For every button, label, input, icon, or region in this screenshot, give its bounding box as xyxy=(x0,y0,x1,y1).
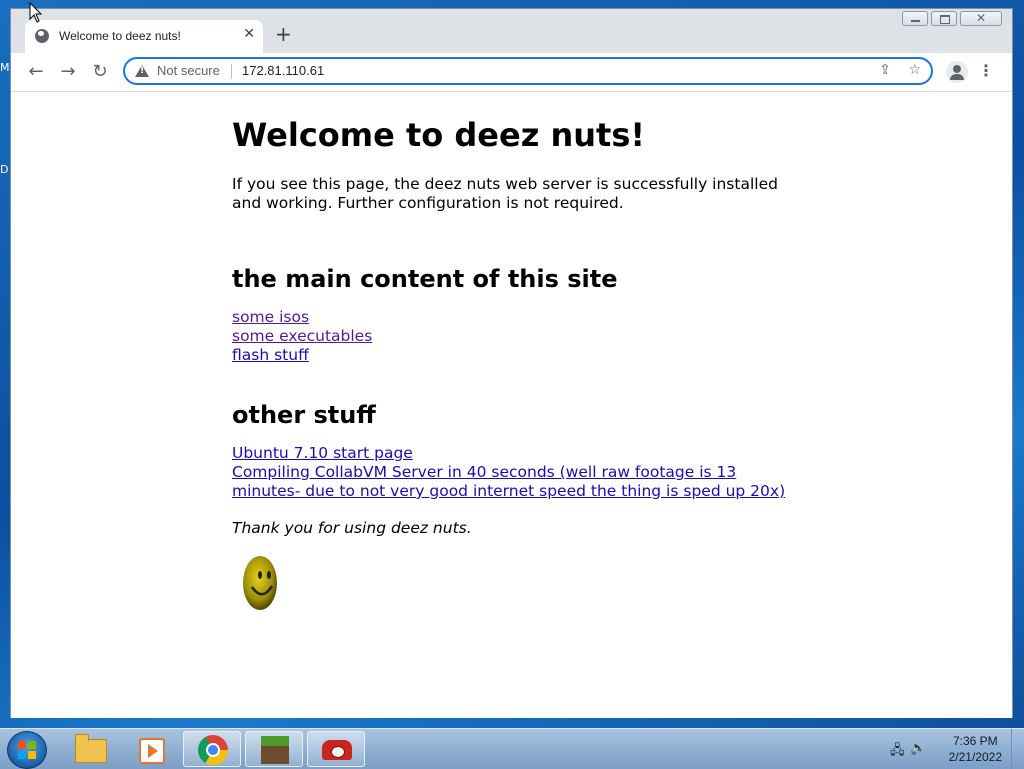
taskbar-phone-button[interactable] xyxy=(307,731,365,767)
clock-time: 7:36 PM xyxy=(952,734,998,748)
clock[interactable]: 7:36 PM 2/21/2022 xyxy=(949,733,1002,765)
minimize-icon xyxy=(911,20,920,22)
url-text[interactable]: 172.81.110.61 xyxy=(242,63,324,78)
restore-button[interactable] xyxy=(931,11,957,26)
menu-kebab-icon[interactable]: ⋮ xyxy=(978,61,994,80)
taskbar-minecraft-button[interactable] xyxy=(245,731,303,767)
windows-logo-icon xyxy=(18,741,36,759)
main-links-list: some isos some executables flash stuff xyxy=(232,308,802,365)
browser-toolbar: ← → ↻ Not secure 172.81.110.61 ⇪ ☆ ⋮ xyxy=(11,53,1012,92)
taskbar-chrome-button[interactable] xyxy=(183,731,241,767)
browser-window: ✕ Welcome to deez nuts! ✕ + ← → ↻ Not se… xyxy=(10,8,1013,718)
grass-block-icon xyxy=(261,736,289,764)
other-links-list: Ubuntu 7.10 start page Compiling CollabV… xyxy=(232,444,802,501)
back-arrow-icon[interactable]: ← xyxy=(24,61,48,83)
desktop-icon-label[interactable]: D xyxy=(0,163,8,176)
taskbar-explorer-button[interactable] xyxy=(60,731,118,767)
start-button[interactable] xyxy=(7,731,47,769)
profile-icon[interactable] xyxy=(946,61,968,83)
show-desktop-button[interactable] xyxy=(1011,729,1024,769)
link-flash-stuff[interactable]: flash stuff xyxy=(232,346,802,365)
close-icon: ✕ xyxy=(975,11,987,25)
intro-paragraph: If you see this page, the deez nuts web … xyxy=(232,175,778,212)
taskbar-media-player-button[interactable] xyxy=(120,731,178,767)
window-controls: ✕ xyxy=(902,11,1002,26)
main-content-heading: the main content of this site xyxy=(232,265,618,293)
page-content: Welcome to deez nuts! If you see this pa… xyxy=(232,92,802,616)
omnibox-divider xyxy=(231,64,232,79)
link-some-isos[interactable]: some isos xyxy=(232,308,802,327)
tab-title: Welcome to deez nuts! xyxy=(59,29,181,43)
link-some-executables[interactable]: some executables xyxy=(232,327,802,346)
minimize-button[interactable] xyxy=(902,11,928,26)
page-title: Welcome to deez nuts! xyxy=(232,116,645,154)
reload-icon[interactable]: ↻ xyxy=(88,61,112,83)
taskbar: 🖧 🔊 7:36 PM 2/21/2022 xyxy=(0,728,1024,769)
new-tab-button[interactable]: + xyxy=(275,24,292,44)
volume-icon[interactable]: 🔊 xyxy=(910,741,926,756)
tab-close-icon[interactable]: ✕ xyxy=(243,26,255,42)
link-ubuntu-start-page[interactable]: Ubuntu 7.10 start page xyxy=(232,444,802,463)
desktop-icon-label[interactable]: M xyxy=(0,61,10,74)
page-viewport: Welcome to deez nuts! If you see this pa… xyxy=(11,92,1012,718)
system-tray: 🖧 🔊 7:36 PM 2/21/2022 xyxy=(884,729,1024,769)
link-compiling-collabvm[interactable]: Compiling CollabVM Server in 40 seconds … xyxy=(232,463,802,501)
address-bar[interactable]: Not secure 172.81.110.61 ⇪ ☆ xyxy=(123,57,933,85)
globe-icon xyxy=(35,29,49,43)
browser-tab[interactable]: Welcome to deez nuts! ✕ xyxy=(25,20,263,53)
smiley-icon xyxy=(243,556,277,610)
folder-icon xyxy=(75,734,107,763)
smiley-face-image xyxy=(240,554,802,616)
mouse-cursor-icon xyxy=(29,2,43,23)
bookmark-star-icon[interactable]: ☆ xyxy=(908,62,921,78)
share-icon[interactable]: ⇪ xyxy=(879,62,891,78)
closing-text: Thank you for using deez nuts. xyxy=(232,519,472,537)
warning-icon[interactable] xyxy=(135,65,149,77)
close-window-button[interactable]: ✕ xyxy=(960,11,1002,26)
forward-arrow-icon[interactable]: → xyxy=(56,61,80,83)
network-icon[interactable]: 🖧 xyxy=(890,741,905,763)
phone-icon xyxy=(322,740,352,760)
other-stuff-heading: other stuff xyxy=(232,401,376,429)
chrome-icon xyxy=(198,735,228,765)
restore-icon xyxy=(940,15,950,24)
clock-date: 2/21/2022 xyxy=(948,750,1002,764)
media-player-icon xyxy=(139,738,165,764)
security-status[interactable]: Not secure xyxy=(157,63,220,78)
